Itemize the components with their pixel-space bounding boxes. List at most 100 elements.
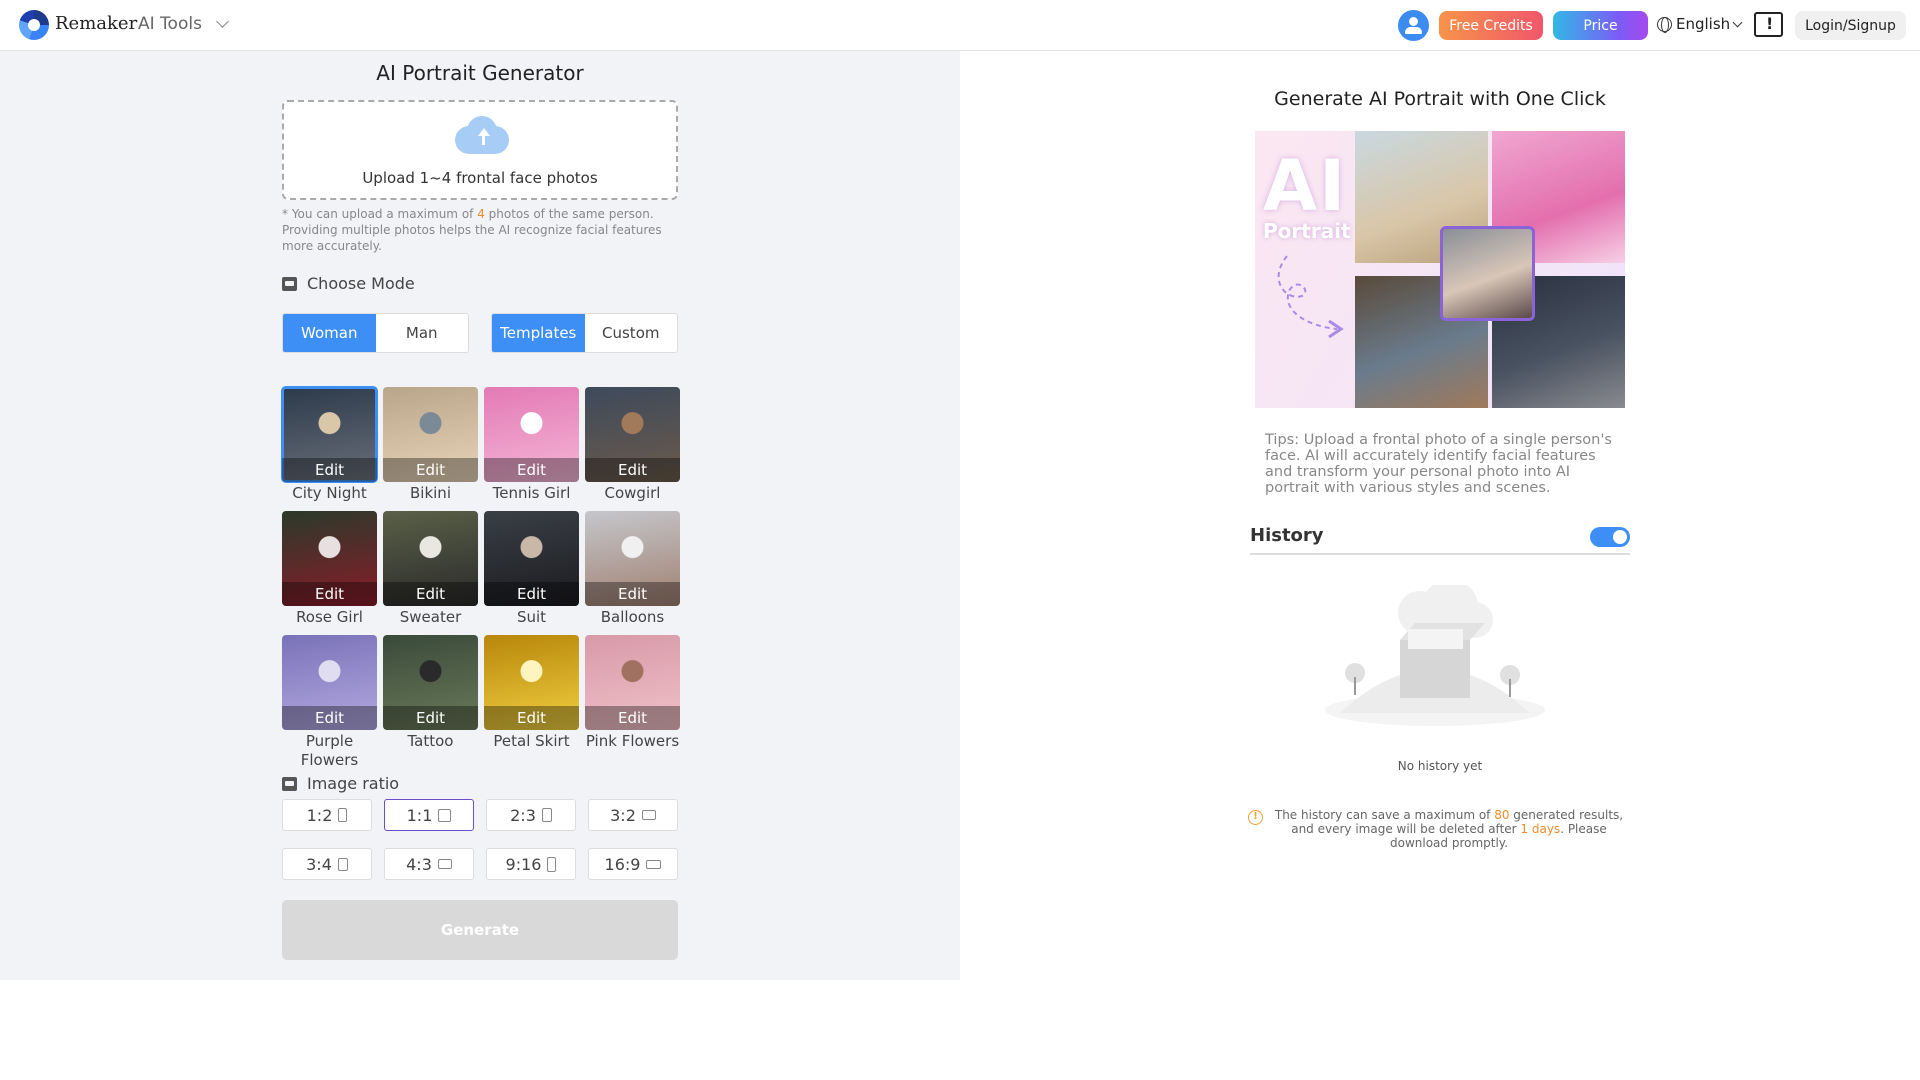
price-button[interactable]: Price	[1553, 11, 1648, 40]
aspect-ratio-icon	[437, 859, 452, 869]
chevron-down-icon	[1732, 17, 1743, 27]
edit-button[interactable]: Edit	[484, 706, 579, 730]
ratio-option[interactable]: 2:3	[486, 799, 576, 831]
template-name: Rose Girl	[296, 608, 363, 626]
template-card[interactable]: Edit City Night	[281, 386, 378, 503]
ratio-option[interactable]: 3:4	[282, 848, 372, 880]
banner-ai-text: AI	[1263, 145, 1348, 227]
remaker-logo-icon[interactable]	[19, 10, 49, 40]
template-card[interactable]: Edit Tennis Girl	[484, 387, 579, 503]
template-thumbnail[interactable]: Edit	[383, 635, 478, 730]
free-credits-button[interactable]: Free Credits	[1439, 11, 1543, 40]
history-header: History	[1250, 525, 1630, 555]
edit-button[interactable]: Edit	[585, 582, 680, 606]
edit-button[interactable]: Edit	[383, 458, 478, 482]
community-icon[interactable]	[1398, 10, 1429, 41]
brand-name[interactable]: Remaker	[55, 13, 137, 34]
template-name: Tennis Girl	[492, 484, 571, 502]
ratio-label: 4:3	[406, 854, 432, 874]
edit-button[interactable]: Edit	[383, 582, 478, 606]
template-card[interactable]: Edit Pink Flowers	[585, 635, 680, 751]
aspect-ratio-icon	[541, 808, 552, 822]
page-title: AI Portrait Generator	[376, 61, 584, 85]
ratio-option[interactable]: 1:2	[282, 799, 372, 831]
warning-icon: !	[1248, 810, 1263, 825]
woman-option[interactable]: Woman	[283, 314, 376, 352]
empty-box-illustration	[1325, 585, 1545, 726]
template-thumbnail[interactable]: Edit	[585, 635, 680, 730]
template-thumbnail[interactable]: Edit	[282, 635, 377, 730]
ratio-label: 16:9	[604, 854, 641, 874]
swirl-arrow-icon	[1277, 255, 1344, 339]
edit-button[interactable]: Edit	[484, 582, 579, 606]
history-toggle[interactable]	[1590, 527, 1630, 547]
chevron-down-icon	[216, 14, 229, 28]
templates-option[interactable]: Templates	[492, 314, 585, 352]
ratio-option[interactable]: 4:3	[384, 848, 474, 880]
template-card[interactable]: Edit Purple Flowers	[282, 635, 377, 770]
template-name: Suit	[516, 608, 547, 626]
template-name: Petal Skirt	[493, 732, 570, 750]
ai-tools-menu[interactable]: AI Tools	[138, 14, 229, 34]
aspect-ratio-icon	[338, 808, 348, 822]
edit-button[interactable]: Edit	[585, 458, 680, 482]
ratio-label: 3:2	[610, 805, 636, 825]
template-thumbnail[interactable]: Edit	[281, 386, 378, 483]
template-thumbnail[interactable]: Edit	[383, 387, 478, 482]
template-name: Purple Flowers	[300, 732, 359, 769]
history-title: History	[1250, 525, 1324, 546]
upload-tips: Tips: Upload a frontal photo of a single…	[1265, 432, 1612, 496]
showcase-title: Generate AI Portrait with One Click	[1274, 88, 1606, 110]
generate-button[interactable]: Generate	[282, 900, 678, 960]
template-name: Tattoo	[407, 732, 454, 750]
edit-button[interactable]: Edit	[282, 706, 377, 730]
ratio-option[interactable]: 1:1	[384, 799, 474, 831]
top-header: Remaker AI Tools Free Credits Price Engl…	[0, 0, 1920, 51]
ratio-label: 2:3	[510, 805, 536, 825]
upload-note: * You can upload a maximum of 4 photos o…	[282, 207, 662, 253]
template-card[interactable]: Edit Rose Girl	[282, 511, 377, 627]
edit-button[interactable]: Edit	[585, 706, 680, 730]
template-thumbnail[interactable]: Edit	[585, 387, 680, 482]
ratio-label: 1:1	[406, 805, 433, 825]
custom-option[interactable]: Custom	[585, 314, 678, 352]
template-card[interactable]: Edit Balloons	[585, 511, 680, 627]
ratio-option[interactable]: 16:9	[588, 848, 678, 880]
ratio-option[interactable]: 3:2	[588, 799, 678, 831]
language-selector[interactable]: English	[1657, 15, 1743, 33]
ratio-option[interactable]: 9:16	[486, 848, 576, 880]
man-option[interactable]: Man	[376, 314, 469, 352]
template-thumbnail[interactable]: Edit	[484, 511, 579, 606]
edit-button[interactable]: Edit	[282, 582, 377, 606]
template-card[interactable]: Edit Suit	[484, 511, 579, 627]
no-history-message: No history yet	[1397, 759, 1483, 773]
template-card[interactable]: Edit Sweater	[383, 511, 478, 627]
cloud-upload-icon	[447, 114, 517, 158]
template-name: Cowgirl	[604, 484, 661, 502]
edit-button[interactable]: Edit	[484, 458, 579, 482]
upload-dropzone[interactable]: Upload 1~4 frontal face photos	[282, 100, 678, 200]
template-card[interactable]: Edit Cowgirl	[585, 387, 680, 503]
aspect-ratio-icon	[547, 856, 557, 872]
login-signup-button[interactable]: Login/Signup	[1795, 11, 1906, 40]
language-label: English	[1676, 15, 1731, 33]
edit-button[interactable]: Edit	[282, 458, 377, 482]
gender-toggle: Woman Man	[282, 313, 469, 353]
showcase-banner: AI Portrait	[1255, 131, 1625, 408]
template-card[interactable]: Edit Petal Skirt	[484, 635, 579, 751]
ratio-label: 3:4	[306, 854, 332, 874]
history-notice: ! The history can save a maximum of 80 g…	[1248, 808, 1628, 850]
mode-toggle: Templates Custom	[491, 313, 678, 353]
ratio-label: 9:16	[505, 854, 542, 874]
aspect-ratio-icon	[438, 808, 452, 822]
template-thumbnail[interactable]: Edit	[383, 511, 478, 606]
edit-button[interactable]: Edit	[383, 706, 478, 730]
template-thumbnail[interactable]: Edit	[282, 511, 377, 606]
template-thumbnail[interactable]: Edit	[484, 635, 579, 730]
template-thumbnail[interactable]: Edit	[585, 511, 680, 606]
aspect-ratio-icon	[641, 810, 656, 820]
feedback-icon[interactable]	[1754, 12, 1783, 37]
template-thumbnail[interactable]: Edit	[484, 387, 579, 482]
template-card[interactable]: Edit Tattoo	[383, 635, 478, 751]
template-card[interactable]: Edit Bikini	[383, 387, 478, 503]
